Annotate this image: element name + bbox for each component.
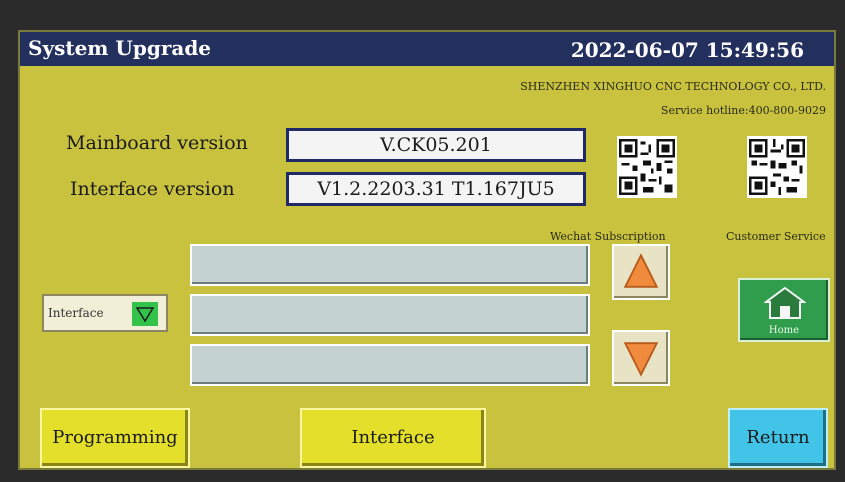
home-button[interactable]: Home <box>738 278 830 342</box>
file-list-row-2[interactable] <box>190 294 590 336</box>
scroll-down-button[interactable] <box>612 330 670 386</box>
service-hotline: Service hotline:400-800-9029 <box>660 104 826 117</box>
wechat-qr-label: Wechat Subscription <box>550 230 666 243</box>
page-title: System Upgrade <box>28 36 212 60</box>
mainboard-version-field: V.CK05.201 <box>286 128 586 162</box>
file-list-row-3[interactable] <box>190 344 590 386</box>
return-button[interactable]: Return <box>728 408 828 468</box>
datetime-display: 2022-06-07 15:49:56 <box>570 38 804 62</box>
home-button-label: Home <box>768 325 800 336</box>
interface-version-field: V1.2.2203.31 T1.167JU5 <box>286 172 586 206</box>
programming-button[interactable]: Programming <box>40 408 190 468</box>
scroll-up-button[interactable] <box>612 244 670 300</box>
interface-button[interactable]: Interface <box>300 408 486 468</box>
interface-version-label: Interface version <box>70 178 235 200</box>
customer-service-qr-label: Customer Service <box>726 230 826 243</box>
wechat-qr-code <box>617 136 677 198</box>
mainboard-version-label: Mainboard version <box>66 132 248 154</box>
dropdown-triangle-icon <box>135 307 155 323</box>
source-selector-value: Interface <box>48 306 104 320</box>
title-bar: System Upgrade 2022-06-07 15:49:56 <box>20 32 834 66</box>
house-icon <box>764 286 806 319</box>
dropdown-arrow-button[interactable] <box>132 302 158 326</box>
hmi-screen: System Upgrade 2022-06-07 15:49:56 SHENZ… <box>18 30 836 470</box>
down-triangle-icon <box>623 342 659 377</box>
company-name: SHENZHEN XINGHUO CNC TECHNOLOGY CO., LTD… <box>520 80 826 93</box>
customer-service-qr-code <box>747 136 807 198</box>
source-selector-dropdown[interactable]: Interface <box>42 294 168 332</box>
up-triangle-icon <box>623 253 659 288</box>
file-list-row-1[interactable] <box>190 244 590 286</box>
